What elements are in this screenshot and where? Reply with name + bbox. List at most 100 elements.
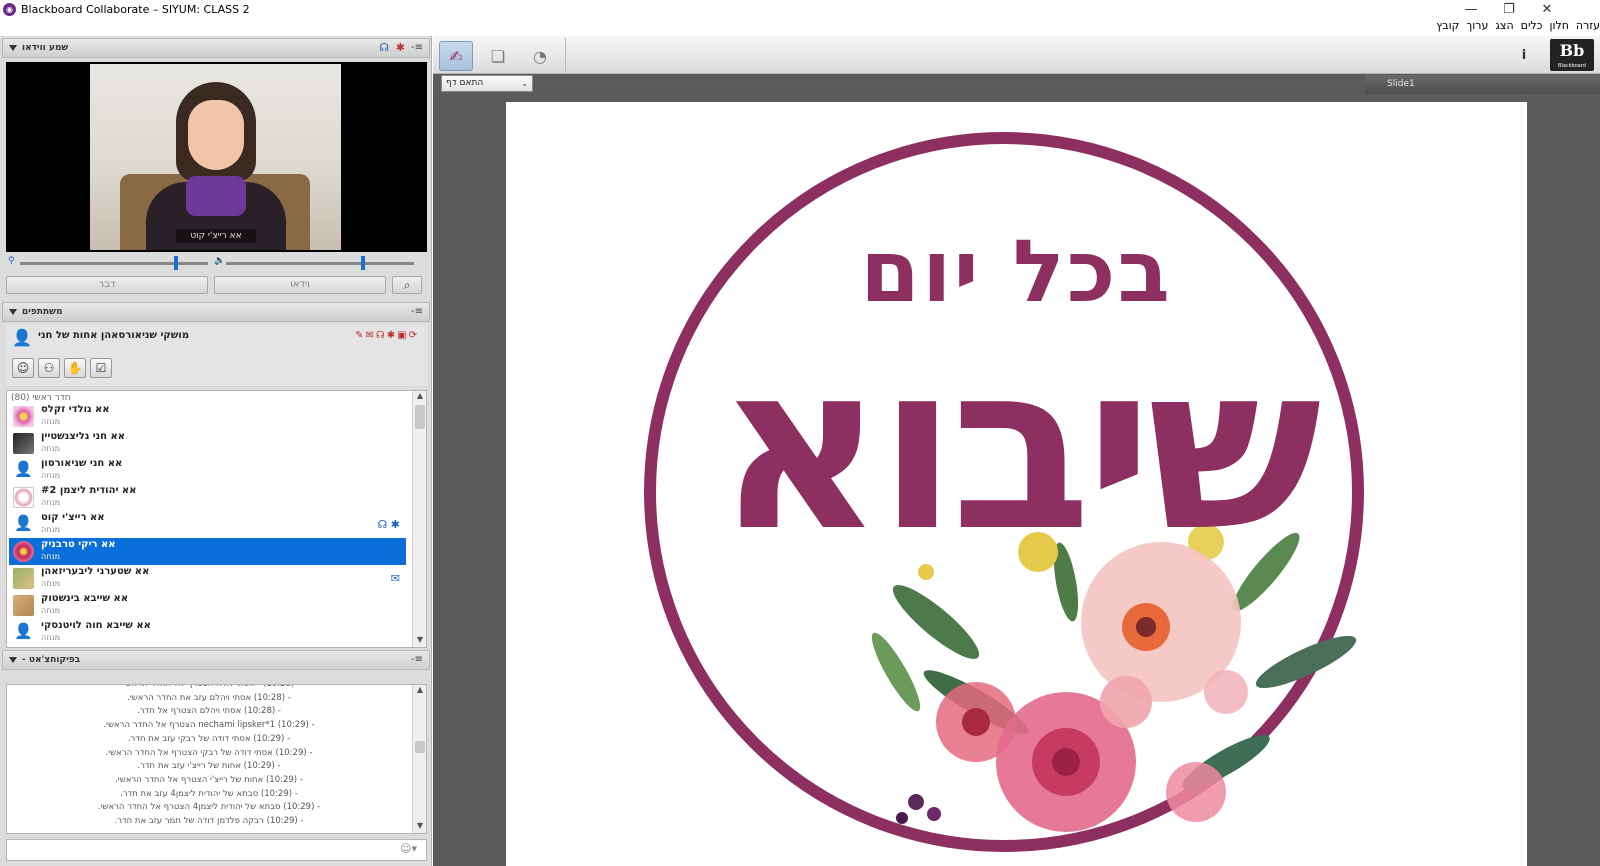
participant-row[interactable]: 👤 אא רייצ'י קוט מנחה ☊ ✱ [9, 511, 406, 538]
restore-button[interactable]: ❐ [1490, 0, 1528, 19]
panel-menu-icon[interactable]: -≡ [411, 42, 423, 53]
scroll-up-icon[interactable]: ▲ [413, 685, 426, 697]
talk-button[interactable]: דבר [6, 276, 208, 294]
participants-panel-header[interactable]: משתתפים -≡ [2, 302, 430, 322]
menu-edit[interactable]: ערוך [1466, 19, 1488, 35]
participant-name: אא חני גליצנשטיין [41, 431, 126, 442]
menu-view[interactable]: הצג [1495, 19, 1513, 35]
slide-tab[interactable]: Slide1 [1365, 75, 1600, 94]
chat-message: - nechami lipsker*1 (10:29) הצטרף אל החד… [103, 720, 315, 731]
person-icon: 👤 [12, 328, 32, 347]
participant-row[interactable]: אא חני גליצנשטיין מנחה [9, 430, 406, 457]
scroll-down-icon[interactable]: ▼ [413, 635, 426, 647]
panel-menu-icon[interactable]: -≡ [411, 306, 423, 317]
chat-scrollbar[interactable]: ▲ ▼ [412, 685, 426, 833]
close-button[interactable]: ✕ [1528, 0, 1566, 19]
participant-name: אא שייבא בינשטוק [41, 593, 129, 604]
chat-message: - (10:29) סבתא של יהודית ליצמן4 עזב את ח… [120, 788, 298, 799]
chevron-down-icon: ⌄ [521, 79, 528, 88]
panel-menu-icon[interactable]: -≡ [411, 654, 423, 665]
berry-shape [908, 794, 924, 810]
info-button[interactable]: i [1510, 44, 1538, 68]
participant-name: אא חני שניאורסון [41, 458, 123, 469]
blackboard-logo: Bb Blackboard [1550, 39, 1594, 71]
video-display: אא רייצ'י קוט [6, 62, 427, 252]
participant-row[interactable]: אא גולדי זקלס מנחה [9, 403, 406, 430]
menu-file[interactable]: קובץ [1436, 19, 1459, 35]
video-button[interactable]: וידאו [214, 276, 386, 294]
participant-name: אא גולדי זקלס [41, 404, 110, 415]
video-permission-icon[interactable]: ✱ [387, 330, 395, 341]
scroll-thumb[interactable] [415, 741, 425, 753]
participant-row[interactable]: 👤 אא חני שניאורסון מנחה [9, 457, 406, 484]
video-panel-header[interactable]: שמע ווידאו ☊ ✱ -≡ [2, 38, 430, 58]
slide-title: שיבוא [716, 315, 1322, 582]
chat-message: - (10:29) רבקה פלדמן דודה של תמר עזב את … [114, 816, 304, 826]
mic-slider-thumb[interactable] [174, 256, 179, 270]
berry-shape [896, 812, 908, 824]
chat-permission-icon[interactable]: ✉ [365, 330, 373, 341]
mic-permission-icon[interactable]: ☊ [376, 330, 385, 341]
room-label: (80) חדר ראשי [11, 393, 71, 403]
menu-help[interactable]: עזרה [1576, 19, 1600, 35]
speaker-slider-thumb[interactable] [361, 256, 366, 270]
my-status-area: 👤 מושקי שניאורסאהן אחות של חני ✎ ✉ ☊ ✱ ▣… [6, 324, 427, 386]
document-bar: התאם דף ⌄ Slide1 [433, 74, 1600, 94]
collapse-triangle-icon[interactable] [9, 657, 17, 663]
poll-check-icon[interactable]: ☑ [90, 358, 112, 378]
chat-input[interactable] [6, 839, 427, 861]
chat-message: - (10:28) אסתי ויהלם עזב את החדר הראשי. [127, 692, 291, 703]
raise-hand-icon[interactable]: ✋ [64, 358, 86, 378]
scroll-thumb[interactable] [415, 405, 425, 429]
participant-row[interactable]: אא שייבא בינשטוק מנחה [9, 592, 406, 619]
moderator-permission-icon[interactable]: ⟳ [409, 330, 417, 341]
app-logo-icon: ◉ [3, 3, 16, 16]
participant-row[interactable]: 👤 אא שייבא חוה לויטנסקי מנחה [9, 619, 406, 646]
web-tour-button[interactable]: ◔ [523, 41, 557, 71]
rose-flower-shape [1052, 748, 1080, 776]
zoom-select[interactable]: התאם דף ⌄ [441, 75, 533, 92]
speaker-slider-track[interactable] [226, 262, 414, 265]
away-icon[interactable]: ⚇ [38, 358, 60, 378]
participant-role: מנחה [41, 444, 61, 453]
avatar [13, 487, 34, 508]
menu-tools[interactable]: כלים [1521, 19, 1543, 35]
scroll-down-icon[interactable]: ▼ [413, 821, 426, 833]
participant-row[interactable]: אא יהודית ליצמן #2 מנחה [9, 484, 406, 511]
mic-icon: ⚲ [8, 256, 15, 266]
participant-name: אא שייבא חוה לויטנסקי [41, 620, 151, 631]
chat-panel-header[interactable]: - בפיקוחצ'אט -≡ [2, 650, 430, 670]
mic-slider-track[interactable] [20, 262, 208, 265]
whiteboard-button[interactable]: ✍ [439, 41, 473, 71]
whiteboard-permission-icon[interactable]: ✎ [355, 330, 363, 341]
collapse-triangle-icon[interactable] [9, 309, 17, 315]
chat-message: - (10:28) אסתי ויהלם הצטרף אל חדר. [137, 706, 281, 717]
slide-canvas[interactable]: בכל יום שיבוא [506, 102, 1527, 866]
participant-scrollbar[interactable]: ▲ ▼ [412, 391, 426, 647]
permission-icons: ✎ ✉ ☊ ✱ ▣ ⟳ [355, 330, 417, 341]
pink-flower-shape [1100, 676, 1152, 728]
app-share-button[interactable]: ❏ [481, 41, 515, 71]
emoticon-icon[interactable]: ☺ [12, 358, 34, 378]
video-preview-icon[interactable]: ⌕ [392, 276, 422, 294]
window-title: Blackboard Collaborate – SIYUM: CLASS 2 [21, 3, 250, 16]
menu-window[interactable]: חלון [1549, 19, 1568, 35]
minimize-button[interactable]: — [1452, 0, 1490, 19]
audio-setup-icon[interactable]: ☊ [379, 41, 389, 54]
scroll-up-icon[interactable]: ▲ [413, 391, 426, 403]
participant-row[interactable]: אא שטערני ליבעריזאהן מנחה ✉ [9, 565, 406, 592]
chat-log: (10:28) - אסתי דודה הצטרף אל החדר הראשי -… [6, 684, 427, 834]
participant-list: (80) חדר ראשי אא גולדי זקלס מנחה אא חני גל… [6, 390, 427, 648]
collapse-triangle-icon[interactable] [9, 45, 17, 51]
private-chat-icon[interactable]: ✉ [391, 572, 400, 585]
participant-role: מנחה [41, 606, 61, 615]
pink-flower-shape [1166, 762, 1226, 822]
participant-name: אא ריקי טרבניק [41, 539, 116, 550]
chat-message: - (10:29) אסתי דודה של רבקי הצטרף אל החד… [105, 747, 313, 758]
video-setup-icon[interactable]: ✱ [396, 41, 405, 54]
app-share-permission-icon[interactable]: ▣ [397, 330, 406, 341]
avatar [13, 406, 34, 427]
main-toolbar: ✍ ❏ ◔ i Bb Blackboard [433, 36, 1600, 74]
berry-shape [927, 807, 941, 821]
participant-row[interactable]: אא ריקי טרבניק מנחה [9, 538, 406, 565]
